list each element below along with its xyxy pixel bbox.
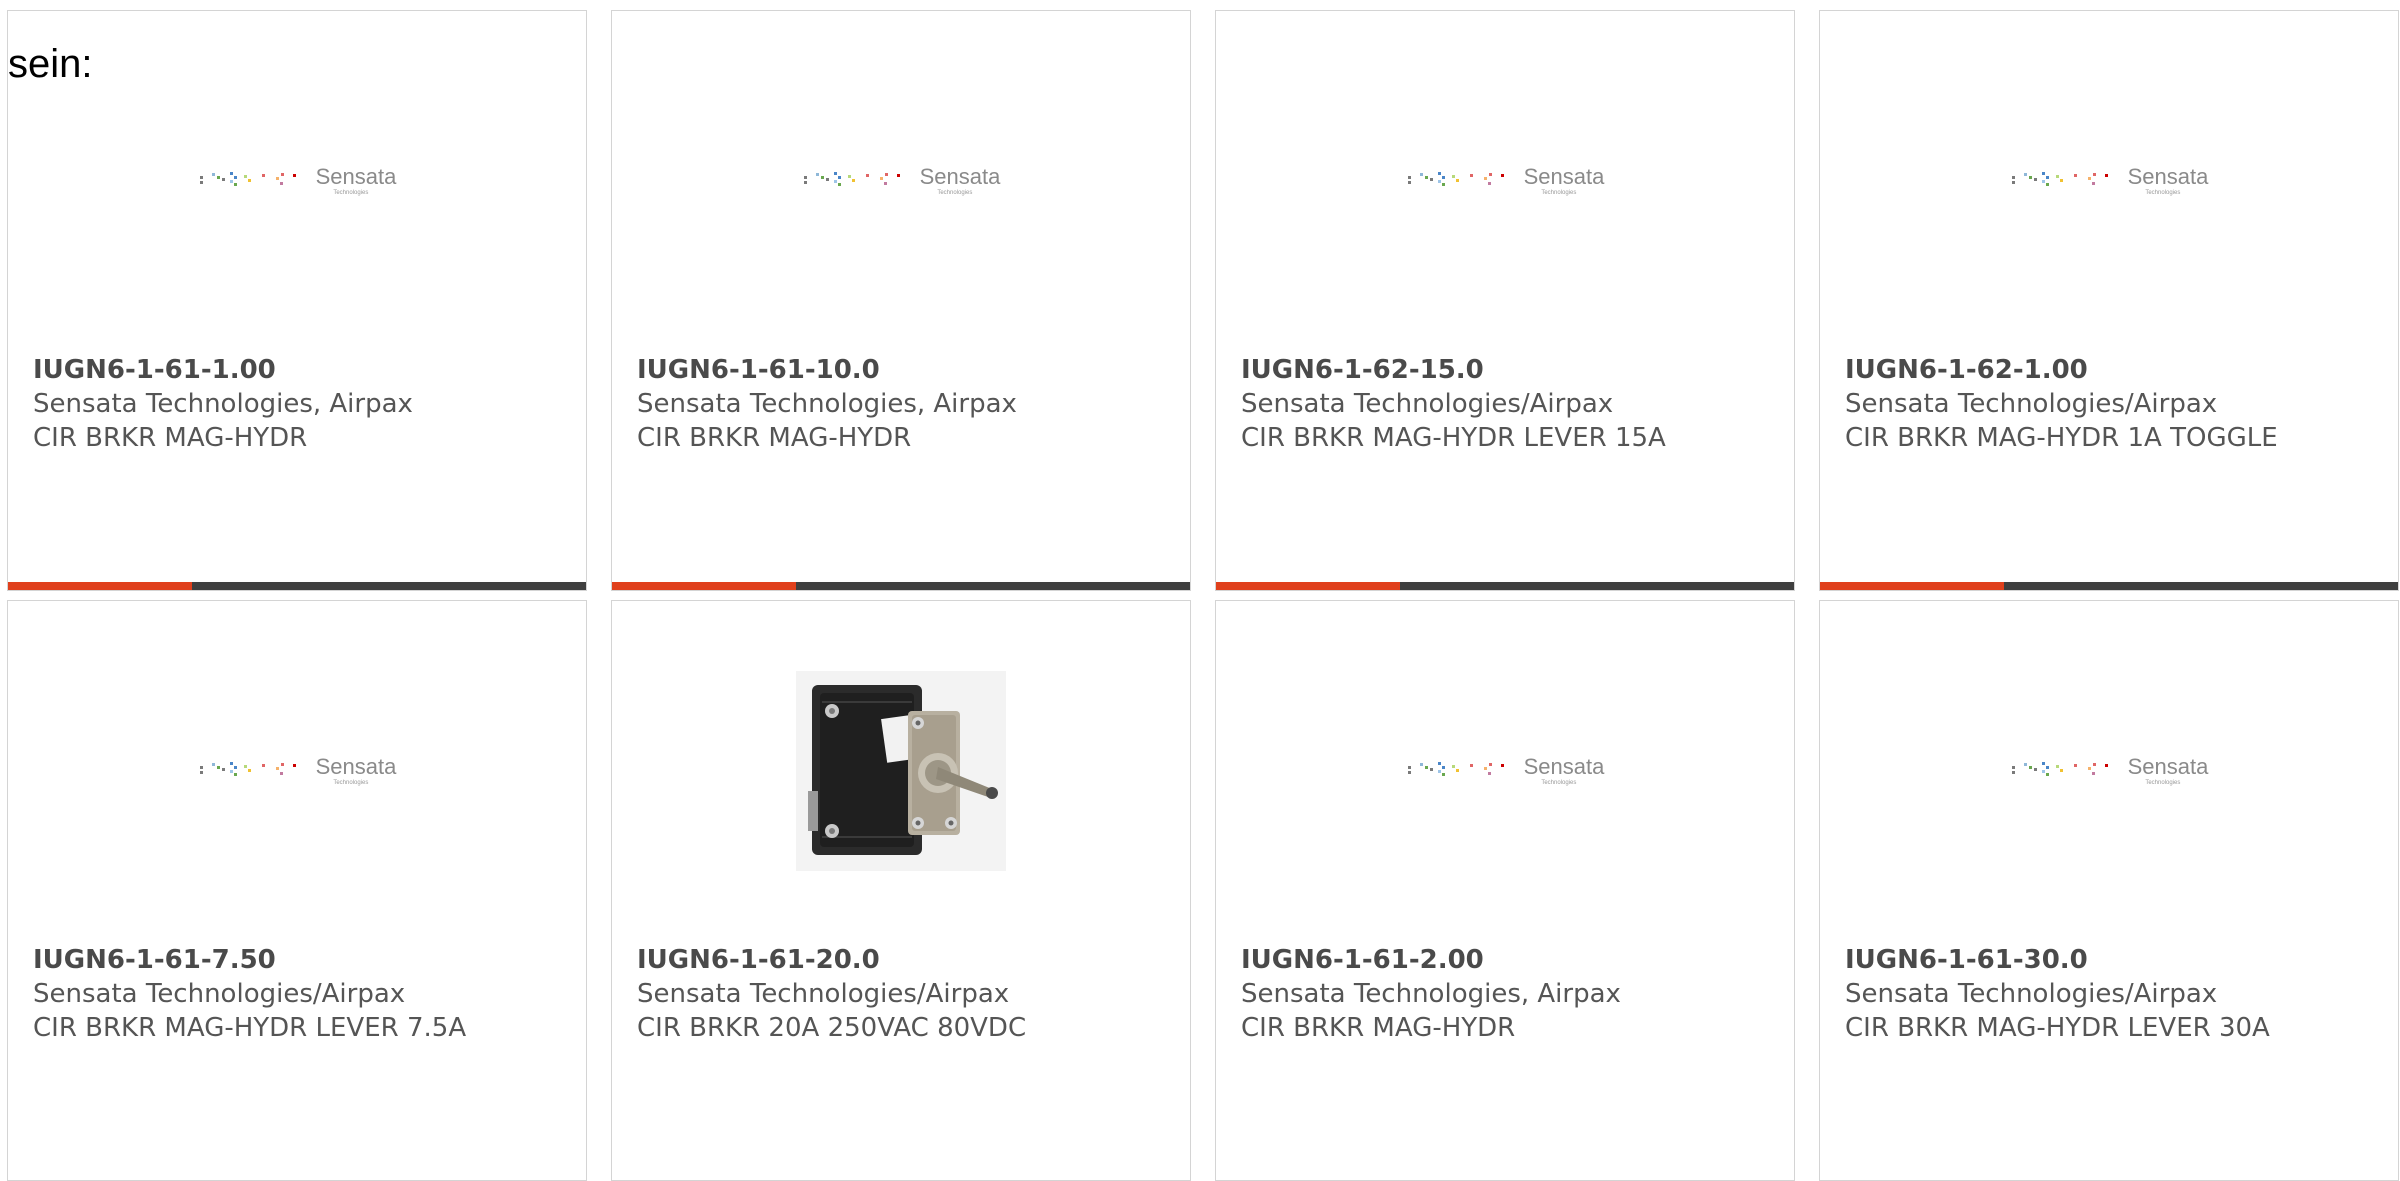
product-card[interactable]: Sensata Technologies IUGN6-1-62-15.0 Sen…: [1215, 10, 1795, 591]
accent-bar: [8, 582, 586, 590]
manufacturer: Sensata Technologies/Airpax: [1845, 979, 2218, 1009]
description: CIR BRKR 20A 250VAC 80VDC: [637, 1013, 1027, 1043]
logo-wordmark: Sensata: [315, 164, 397, 189]
accent-highlight: [612, 582, 796, 590]
part-number-link[interactable]: IUGN6-1-61-30.0: [1845, 943, 2388, 977]
product-info: IUGN6-1-61-1.00 Sensata Technologies, Ai…: [33, 353, 576, 455]
product-info: IUGN6-1-61-20.0 Sensata Technologies/Air…: [637, 943, 1180, 1045]
product-card[interactable]: Sensata Technologies IUGN6-1-61-2.00 Sen…: [1215, 600, 1795, 1181]
accent-bar: [612, 582, 1190, 590]
part-number-link[interactable]: IUGN6-1-61-7.50: [33, 943, 576, 977]
manufacturer: Sensata Technologies/Airpax: [33, 979, 406, 1009]
product-image: Sensata Technologies: [1820, 641, 2398, 901]
logo-wordmark: Sensata: [1523, 164, 1605, 189]
product-image: Sensata Technologies: [8, 641, 586, 901]
sensata-logo: Sensata Technologies: [2010, 754, 2209, 787]
logo-wordmark: Sensata: [315, 754, 397, 779]
product-info: IUGN6-1-61-30.0 Sensata Technologies/Air…: [1845, 943, 2388, 1045]
description: CIR BRKR MAG-HYDR: [1241, 1013, 1516, 1043]
accent-bar: [1820, 582, 2398, 590]
logo-subtitle: Technologies: [2145, 190, 2181, 196]
circuit-breaker-photo: [796, 671, 1006, 871]
sensata-dots-icon: [2011, 172, 2108, 186]
part-number-link[interactable]: IUGN6-1-61-1.00: [33, 353, 576, 387]
description: CIR BRKR MAG-HYDR: [33, 423, 308, 453]
product-card[interactable]: Sensata Technologies IUGN6-1-62-1.00 Sen…: [1819, 10, 2399, 591]
product-info: IUGN6-1-61-7.50 Sensata Technologies/Air…: [33, 943, 576, 1045]
sensata-dots-icon: [199, 172, 296, 186]
logo-subtitle: Technologies: [1541, 780, 1577, 786]
part-number-link[interactable]: IUGN6-1-61-2.00: [1241, 943, 1784, 977]
logo-subtitle: Technologies: [2145, 780, 2181, 786]
product-image: Sensata Technologies: [1820, 51, 2398, 311]
logo-wordmark: Sensata: [1523, 754, 1605, 779]
description: CIR BRKR MAG-HYDR 1A TOGGLE: [1845, 423, 2278, 453]
manufacturer: Sensata Technologies, Airpax: [33, 389, 413, 419]
accent-bar: [1216, 582, 1794, 590]
sensata-logo: Sensata Technologies: [2010, 164, 2209, 197]
sensata-dots-icon: [199, 762, 296, 776]
part-number-link[interactable]: IUGN6-1-61-20.0: [637, 943, 1180, 977]
product-image: [612, 641, 1190, 901]
product-info: IUGN6-1-61-10.0 Sensata Technologies, Ai…: [637, 353, 1180, 455]
product-info: IUGN6-1-61-2.00 Sensata Technologies, Ai…: [1241, 943, 1784, 1045]
product-info: IUGN6-1-62-1.00 Sensata Technologies/Air…: [1845, 353, 2388, 455]
logo-wordmark: Sensata: [2127, 164, 2209, 189]
product-grid: Sensata Technologies IUGN6-1-61-1.00 Sen…: [0, 0, 2400, 1181]
logo-subtitle: Technologies: [937, 190, 973, 196]
logo-wordmark: Sensata: [919, 164, 1001, 189]
manufacturer: Sensata Technologies, Airpax: [637, 389, 1017, 419]
product-image: Sensata Technologies: [1216, 51, 1794, 311]
sensata-dots-icon: [1407, 172, 1504, 186]
product-card[interactable]: Sensata Technologies IUGN6-1-61-1.00 Sen…: [7, 10, 587, 591]
product-card[interactable]: Sensata Technologies IUGN6-1-61-30.0 Sen…: [1819, 600, 2399, 1181]
manufacturer: Sensata Technologies/Airpax: [1845, 389, 2218, 419]
product-card[interactable]: Sensata Technologies IUGN6-1-61-7.50 Sen…: [7, 600, 587, 1181]
intro-text: sein:: [8, 42, 93, 86]
product-info: IUGN6-1-62-15.0 Sensata Technologies/Air…: [1241, 353, 1784, 455]
description: CIR BRKR MAG-HYDR: [637, 423, 912, 453]
logo-wordmark: Sensata: [2127, 754, 2209, 779]
manufacturer: Sensata Technologies, Airpax: [1241, 979, 1621, 1009]
description: CIR BRKR MAG-HYDR LEVER 15A: [1241, 423, 1666, 453]
sensata-logo: Sensata Technologies: [198, 754, 397, 787]
description: CIR BRKR MAG-HYDR LEVER 30A: [1845, 1013, 2270, 1043]
manufacturer: Sensata Technologies/Airpax: [637, 979, 1010, 1009]
accent-highlight: [1216, 582, 1400, 590]
sensata-dots-icon: [803, 172, 900, 186]
product-card[interactable]: Sensata Technologies IUGN6-1-61-10.0 Sen…: [611, 10, 1191, 591]
product-card[interactable]: IUGN6-1-61-20.0 Sensata Technologies/Air…: [611, 600, 1191, 1181]
sensata-logo: Sensata Technologies: [1406, 754, 1605, 787]
sensata-logo: Sensata Technologies: [802, 164, 1001, 197]
logo-subtitle: Technologies: [333, 780, 369, 786]
sensata-dots-icon: [2011, 762, 2108, 776]
accent-highlight: [8, 582, 192, 590]
sensata-logo: Sensata Technologies: [198, 164, 397, 197]
product-image: Sensata Technologies: [612, 51, 1190, 311]
product-image: Sensata Technologies: [1216, 641, 1794, 901]
manufacturer: Sensata Technologies/Airpax: [1241, 389, 1614, 419]
logo-subtitle: Technologies: [1541, 190, 1577, 196]
part-number-link[interactable]: IUGN6-1-62-1.00: [1845, 353, 2388, 387]
description: CIR BRKR MAG-HYDR LEVER 7.5A: [33, 1013, 467, 1043]
product-image: Sensata Technologies: [8, 51, 586, 311]
logo-subtitle: Technologies: [333, 190, 369, 196]
part-number-link[interactable]: IUGN6-1-61-10.0: [637, 353, 1180, 387]
sensata-dots-icon: [1407, 762, 1504, 776]
part-number-link[interactable]: IUGN6-1-62-15.0: [1241, 353, 1784, 387]
sensata-logo: Sensata Technologies: [1406, 164, 1605, 197]
accent-highlight: [1820, 582, 2004, 590]
